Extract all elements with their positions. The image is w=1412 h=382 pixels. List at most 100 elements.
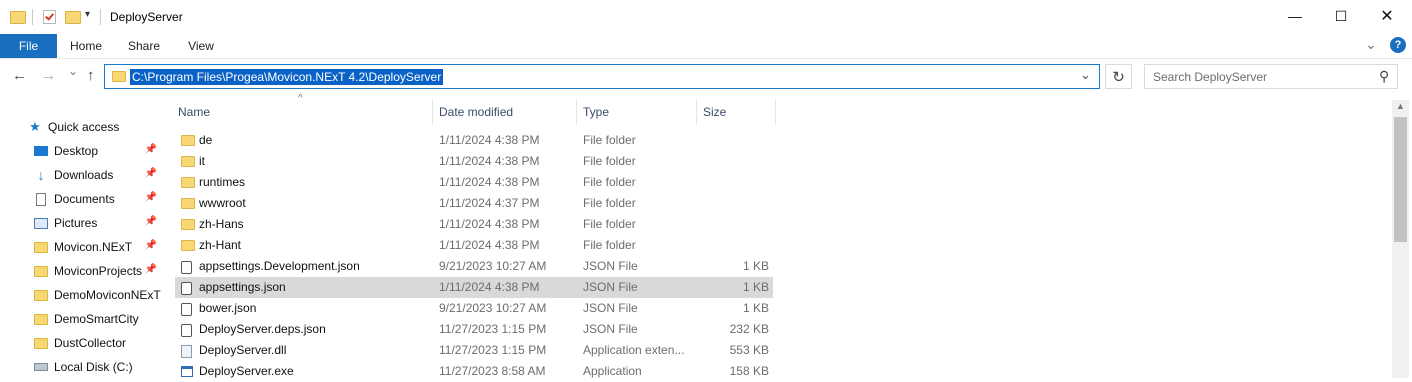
- pin-icon: 📌: [144, 144, 157, 155]
- file-date: 11/27/2023 8:58 AM: [439, 364, 546, 378]
- customize-toolbar-icon[interactable]: ▾: [85, 9, 90, 20]
- sidebar-item-label: Movicon.NExT: [54, 240, 133, 254]
- file-name: it: [199, 154, 205, 168]
- pin-icon: 📌: [144, 168, 157, 179]
- file-name: DeployServer.deps.json: [199, 322, 326, 336]
- close-button[interactable]: ✕: [1364, 0, 1410, 32]
- sidebar-item-label: Local Disk (C:): [54, 360, 133, 374]
- sidebar-item-label: DustCollector: [54, 336, 127, 350]
- file-type: JSON File: [583, 280, 638, 294]
- maximize-button[interactable]: ☐: [1318, 0, 1364, 32]
- file-type: File folder: [583, 217, 636, 231]
- file-row[interactable]: DeployServer.dll 11/27/2023 1:15 PM Applic…: [175, 340, 773, 361]
- back-button[interactable]: ←: [12, 67, 27, 84]
- folder-icon[interactable]: [10, 11, 26, 24]
- sidebar-item-label: Desktop: [54, 144, 99, 158]
- file-row[interactable]: appsettings.json 1/11/2024 4:38 PM JSON Fi…: [175, 277, 773, 298]
- tab-share[interactable]: Share: [121, 34, 167, 58]
- column-divider[interactable]: [576, 100, 577, 124]
- file-row[interactable]: de 1/11/2024 4:38 PM File folder: [175, 130, 773, 151]
- column-header-size[interactable]: Size: [703, 100, 726, 124]
- file-date: 1/11/2024 4:38 PM: [439, 217, 540, 231]
- file-row[interactable]: runtimes 1/11/2024 4:38 PM File folder: [175, 172, 773, 193]
- folder-icon: [181, 156, 195, 167]
- file-row[interactable]: appsettings.Development.json 9/21/2023 10…: [175, 256, 773, 277]
- address-dropdown-icon[interactable]: ⌄: [1080, 67, 1091, 83]
- column-divider[interactable]: [775, 100, 776, 124]
- file-type: Application: [583, 364, 642, 378]
- sidebar-item[interactable]: DemoMoviconNExT: [26, 284, 161, 306]
- sidebar-item[interactable]: DustCollector: [26, 332, 161, 354]
- pin-icon: 📌: [144, 192, 157, 203]
- tab-home[interactable]: Home: [63, 34, 109, 58]
- file-name: appsettings.json: [199, 280, 286, 294]
- file-type: JSON File: [583, 322, 638, 336]
- address-path[interactable]: C:\Program Files\Progea\Movicon.NExT 4.2…: [130, 69, 444, 85]
- column-divider[interactable]: [696, 100, 697, 124]
- file-name: DeployServer.dll: [199, 343, 287, 357]
- file-row[interactable]: it 1/11/2024 4:38 PM File folder: [175, 151, 773, 172]
- file-name: zh-Hant: [199, 238, 242, 252]
- folder-icon: [34, 337, 48, 349]
- dll-file-icon: [181, 345, 192, 358]
- sidebar-item-label: MoviconProjects: [54, 264, 143, 278]
- column-header-type[interactable]: Type: [583, 100, 609, 124]
- tab-view[interactable]: View: [178, 34, 224, 58]
- sidebar-item[interactable]: DemoSmartCity: [26, 308, 161, 330]
- pin-icon: 📌: [144, 240, 157, 251]
- folder-icon: [34, 313, 48, 325]
- minimize-button[interactable]: —: [1272, 0, 1318, 32]
- file-type: File folder: [583, 154, 636, 168]
- scroll-up-icon[interactable]: ▲: [1396, 101, 1405, 111]
- sidebar-item[interactable]: Pictures 📌: [26, 212, 161, 234]
- sidebar-item[interactable]: Desktop 📌: [26, 140, 161, 162]
- json-file-icon: [181, 261, 192, 274]
- sort-ascending-icon: ^: [298, 93, 303, 104]
- recent-locations-icon[interactable]: ⌄: [68, 64, 78, 78]
- file-row[interactable]: zh-Hans 1/11/2024 4:38 PM File folder: [175, 214, 773, 235]
- desktop-icon: [34, 146, 48, 156]
- file-row[interactable]: zh-Hant 1/11/2024 4:38 PM File folder: [175, 235, 773, 256]
- file-row[interactable]: wwwroot 1/11/2024 4:37 PM File folder: [175, 193, 773, 214]
- search-input[interactable]: Search DeployServer ⚲: [1144, 64, 1398, 89]
- folder-icon: [34, 241, 48, 253]
- sidebar-item[interactable]: MoviconProjects 📌: [26, 260, 161, 282]
- divider: [32, 9, 33, 25]
- sidebar-item[interactable]: Documents 📌: [26, 188, 161, 210]
- file-row[interactable]: DeployServer.exe 11/27/2023 8:58 AM Applic…: [175, 361, 773, 382]
- pin-icon: 📌: [144, 216, 157, 227]
- column-header-name[interactable]: Name: [178, 100, 210, 124]
- folder-icon: [181, 135, 195, 146]
- exe-file-icon: [181, 366, 193, 377]
- divider: [100, 9, 101, 25]
- expand-ribbon-icon[interactable]: ⌄: [1365, 36, 1377, 53]
- file-row[interactable]: DeployServer.deps.json 11/27/2023 1:15 PM…: [175, 319, 773, 340]
- tab-file[interactable]: File: [0, 34, 57, 58]
- help-icon[interactable]: ?: [1390, 37, 1406, 53]
- file-type: JSON File: [583, 301, 638, 315]
- column-divider[interactable]: [432, 100, 433, 124]
- file-name: appsettings.Development.json: [199, 259, 360, 273]
- up-button[interactable]: ↑: [87, 67, 95, 84]
- new-folder-icon[interactable]: [65, 11, 81, 24]
- folder-icon: [181, 177, 195, 188]
- column-header-date[interactable]: Date modified: [439, 100, 513, 124]
- file-row[interactable]: bower.json 9/21/2023 10:27 AM JSON File 1 K…: [175, 298, 773, 319]
- sidebar-item-label: DemoMoviconNExT: [54, 288, 161, 302]
- file-type: File folder: [583, 238, 636, 252]
- forward-button[interactable]: →: [41, 67, 56, 84]
- sidebar-item[interactable]: Movicon.NExT 📌: [26, 236, 161, 258]
- sidebar-item[interactable]: ★ Quick access: [20, 116, 155, 138]
- refresh-button[interactable]: ↻: [1105, 64, 1132, 89]
- sidebar-item[interactable]: Local Disk (C:): [26, 356, 161, 378]
- file-date: 1/11/2024 4:38 PM: [439, 238, 540, 252]
- sidebar-item[interactable]: ↓ Downloads 📌: [26, 164, 161, 186]
- file-type: File folder: [583, 133, 636, 147]
- documents-icon: [34, 192, 48, 206]
- file-type: File folder: [583, 196, 636, 210]
- file-type: JSON File: [583, 259, 638, 273]
- file-name: bower.json: [199, 301, 257, 315]
- properties-icon[interactable]: [43, 10, 56, 24]
- file-date: 11/27/2023 1:15 PM: [439, 343, 547, 357]
- scrollbar-thumb[interactable]: [1394, 117, 1407, 242]
